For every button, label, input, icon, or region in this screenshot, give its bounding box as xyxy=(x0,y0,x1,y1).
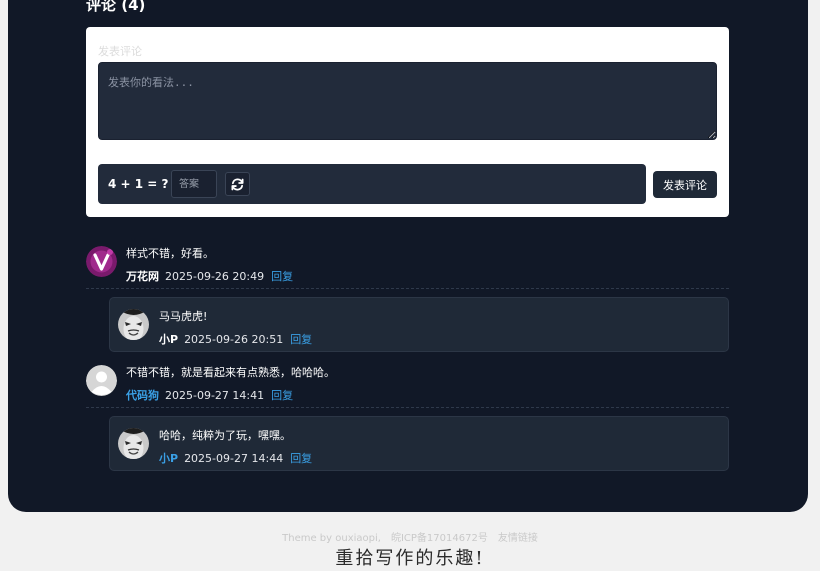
reply-meta: 小P 2025-09-26 20:51 回复 xyxy=(159,333,312,347)
site-slogan: 重拾写作的乐趣! xyxy=(335,548,485,569)
comments-heading: 评论 (4) xyxy=(86,0,146,14)
comment-author-link[interactable]: 代码狗 xyxy=(126,389,159,402)
reply-link[interactable]: 回复 xyxy=(271,389,293,402)
refresh-icon xyxy=(231,178,244,190)
refresh-captcha-button[interactable] xyxy=(225,172,250,196)
theme-credit[interactable]: Theme by ouxiaopi, xyxy=(282,533,381,544)
comment-text: 样式不错，好看。 xyxy=(126,247,214,260)
comment-textarea[interactable] xyxy=(98,62,717,140)
captcha-box: 4 + 1 = ? xyxy=(98,164,646,204)
friend-links-link[interactable]: 友情链接 xyxy=(498,533,538,544)
comment-time: 2025-09-26 20:49 xyxy=(165,270,265,283)
captcha-answer-input[interactable] xyxy=(171,170,217,198)
reply-time: 2025-09-26 20:51 xyxy=(184,333,284,346)
masked-face-icon xyxy=(118,309,149,340)
comment-meta: 代码狗 2025-09-27 14:41 回复 xyxy=(126,389,293,403)
reply-author: 小P xyxy=(159,333,179,346)
comment-author: 万花网 xyxy=(126,270,159,283)
reply-link[interactable]: 回复 xyxy=(290,333,312,346)
comment-time: 2025-09-27 14:41 xyxy=(165,389,265,402)
wanhua-logo-icon xyxy=(86,246,117,277)
icp-link[interactable]: 皖ICP备17014672号 xyxy=(391,533,488,544)
masked-face-icon xyxy=(118,428,149,459)
comment-meta: 万花网 2025-09-26 20:49 回复 xyxy=(126,270,293,284)
reply-author-link[interactable]: 小P xyxy=(159,452,178,465)
reply-link[interactable]: 回复 xyxy=(290,452,312,465)
comment-divider xyxy=(86,407,729,408)
reply-text: 马马虎虎! xyxy=(159,310,208,323)
captcha-question: 4 + 1 = ? xyxy=(108,177,169,191)
reply-text: 哈哈，纯粹为了玩，嘿嘿。 xyxy=(159,429,291,442)
comment-divider xyxy=(86,288,729,289)
form-label: 发表评论 xyxy=(98,45,142,58)
comment-form: 发表评论 4 + 1 = ? 发表评论 xyxy=(86,27,729,217)
comment-text: 不错不错，就是看起来有点熟悉，哈哈哈。 xyxy=(126,366,335,379)
default-user-icon xyxy=(86,365,117,396)
submit-comment-button[interactable]: 发表评论 xyxy=(653,171,717,198)
reply-meta: 小P 2025-09-27 14:44 回复 xyxy=(159,452,312,466)
reply-time: 2025-09-27 14:44 xyxy=(184,452,284,465)
reply-link[interactable]: 回复 xyxy=(271,270,293,283)
footer-links: Theme by ouxiaopi, 皖ICP备17014672号 友情链接 xyxy=(0,532,820,545)
